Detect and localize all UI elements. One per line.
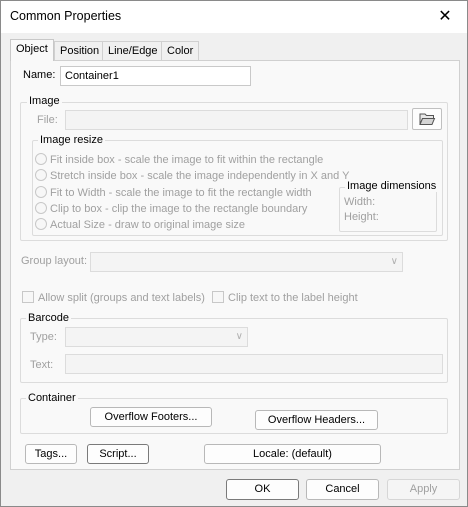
overflow-footers-button[interactable]: Overflow Footers... xyxy=(90,407,212,427)
chevron-down-icon: ∨ xyxy=(390,256,398,267)
browse-file-button[interactable] xyxy=(412,108,442,130)
tab-object[interactable]: Object xyxy=(10,39,54,61)
image-group-title: Image xyxy=(27,95,62,107)
tab-line-edge[interactable]: Line/Edge xyxy=(102,41,164,60)
clip-text-checkbox[interactable]: Clip text to the label height xyxy=(212,291,358,304)
radio-label: Fit to Width - scale the image to fit th… xyxy=(50,187,312,199)
folder-open-icon xyxy=(419,113,436,125)
tab-position[interactable]: Position xyxy=(54,41,106,60)
radio-clip-to-box[interactable]: Clip to box - clip the image to the rect… xyxy=(35,202,307,215)
checkbox-box[interactable] xyxy=(212,291,224,303)
radio-label: Clip to box - clip the image to the rect… xyxy=(50,203,308,215)
overflow-headers-button[interactable]: Overflow Headers... xyxy=(255,410,378,430)
radio-label: Fit inside box - scale the image to fit … xyxy=(50,154,324,166)
radio-button[interactable] xyxy=(35,202,47,214)
locale-button[interactable]: Locale: (default) xyxy=(204,444,381,464)
title-bar[interactable]: Common Properties ✕ xyxy=(1,1,467,33)
barcode-text-label: Text: xyxy=(30,359,54,371)
radio-actual-size[interactable]: Actual Size - draw to original image siz… xyxy=(35,218,245,231)
close-icon[interactable]: ✕ xyxy=(423,1,467,33)
file-label: File: xyxy=(37,114,58,126)
radio-label: Actual Size - draw to original image siz… xyxy=(50,219,246,231)
radio-fit-inside-box[interactable]: Fit inside box - scale the image to fit … xyxy=(35,153,323,166)
height-label: Height: xyxy=(344,211,379,223)
image-dimensions-group xyxy=(339,187,437,232)
group-layout-label: Group layout: xyxy=(21,255,88,267)
tab-color[interactable]: Color xyxy=(161,41,200,60)
name-input[interactable]: Container1 xyxy=(60,66,251,86)
group-layout-select[interactable]: ∨ xyxy=(90,252,403,272)
checkbox-label: Allow split (groups and text labels) xyxy=(38,292,205,304)
checkbox-label: Clip text to the label height xyxy=(228,292,358,304)
window-title: Common Properties xyxy=(10,9,122,23)
barcode-type-label: Type: xyxy=(30,331,57,343)
container-group xyxy=(20,398,448,434)
radio-button[interactable] xyxy=(35,153,47,165)
allow-split-checkbox[interactable]: Allow split (groups and text labels) xyxy=(22,291,205,304)
radio-stretch-inside-box[interactable]: Stretch inside box - scale the image ind… xyxy=(35,169,349,182)
container-title: Container xyxy=(26,392,78,404)
tags-button[interactable]: Tags... xyxy=(25,444,77,464)
width-label: Width: xyxy=(344,196,376,208)
name-label: Name: xyxy=(23,69,56,81)
checkbox-box[interactable] xyxy=(22,291,34,303)
radio-button[interactable] xyxy=(35,169,47,181)
image-dimensions-title: Image dimensions xyxy=(345,180,439,192)
chevron-down-icon: ∨ xyxy=(235,331,243,342)
barcode-text-input[interactable] xyxy=(65,354,443,374)
file-input[interactable] xyxy=(65,110,408,130)
radio-fit-to-width[interactable]: Fit to Width - scale the image to fit th… xyxy=(35,186,312,199)
barcode-title: Barcode xyxy=(26,312,71,324)
cancel-button[interactable]: Cancel xyxy=(306,479,379,500)
radio-button[interactable] xyxy=(35,186,47,198)
radio-label: Stretch inside box - scale the image ind… xyxy=(50,170,350,182)
apply-button[interactable]: Apply xyxy=(387,479,460,500)
ok-button[interactable]: OK xyxy=(226,479,299,500)
radio-button[interactable] xyxy=(35,218,47,230)
barcode-type-select[interactable]: ∨ xyxy=(65,327,248,347)
image-resize-title: Image resize xyxy=(38,134,105,146)
common-properties-dialog: Common Properties ✕ Object Position Line… xyxy=(0,0,468,507)
script-button[interactable]: Script... xyxy=(87,444,149,464)
